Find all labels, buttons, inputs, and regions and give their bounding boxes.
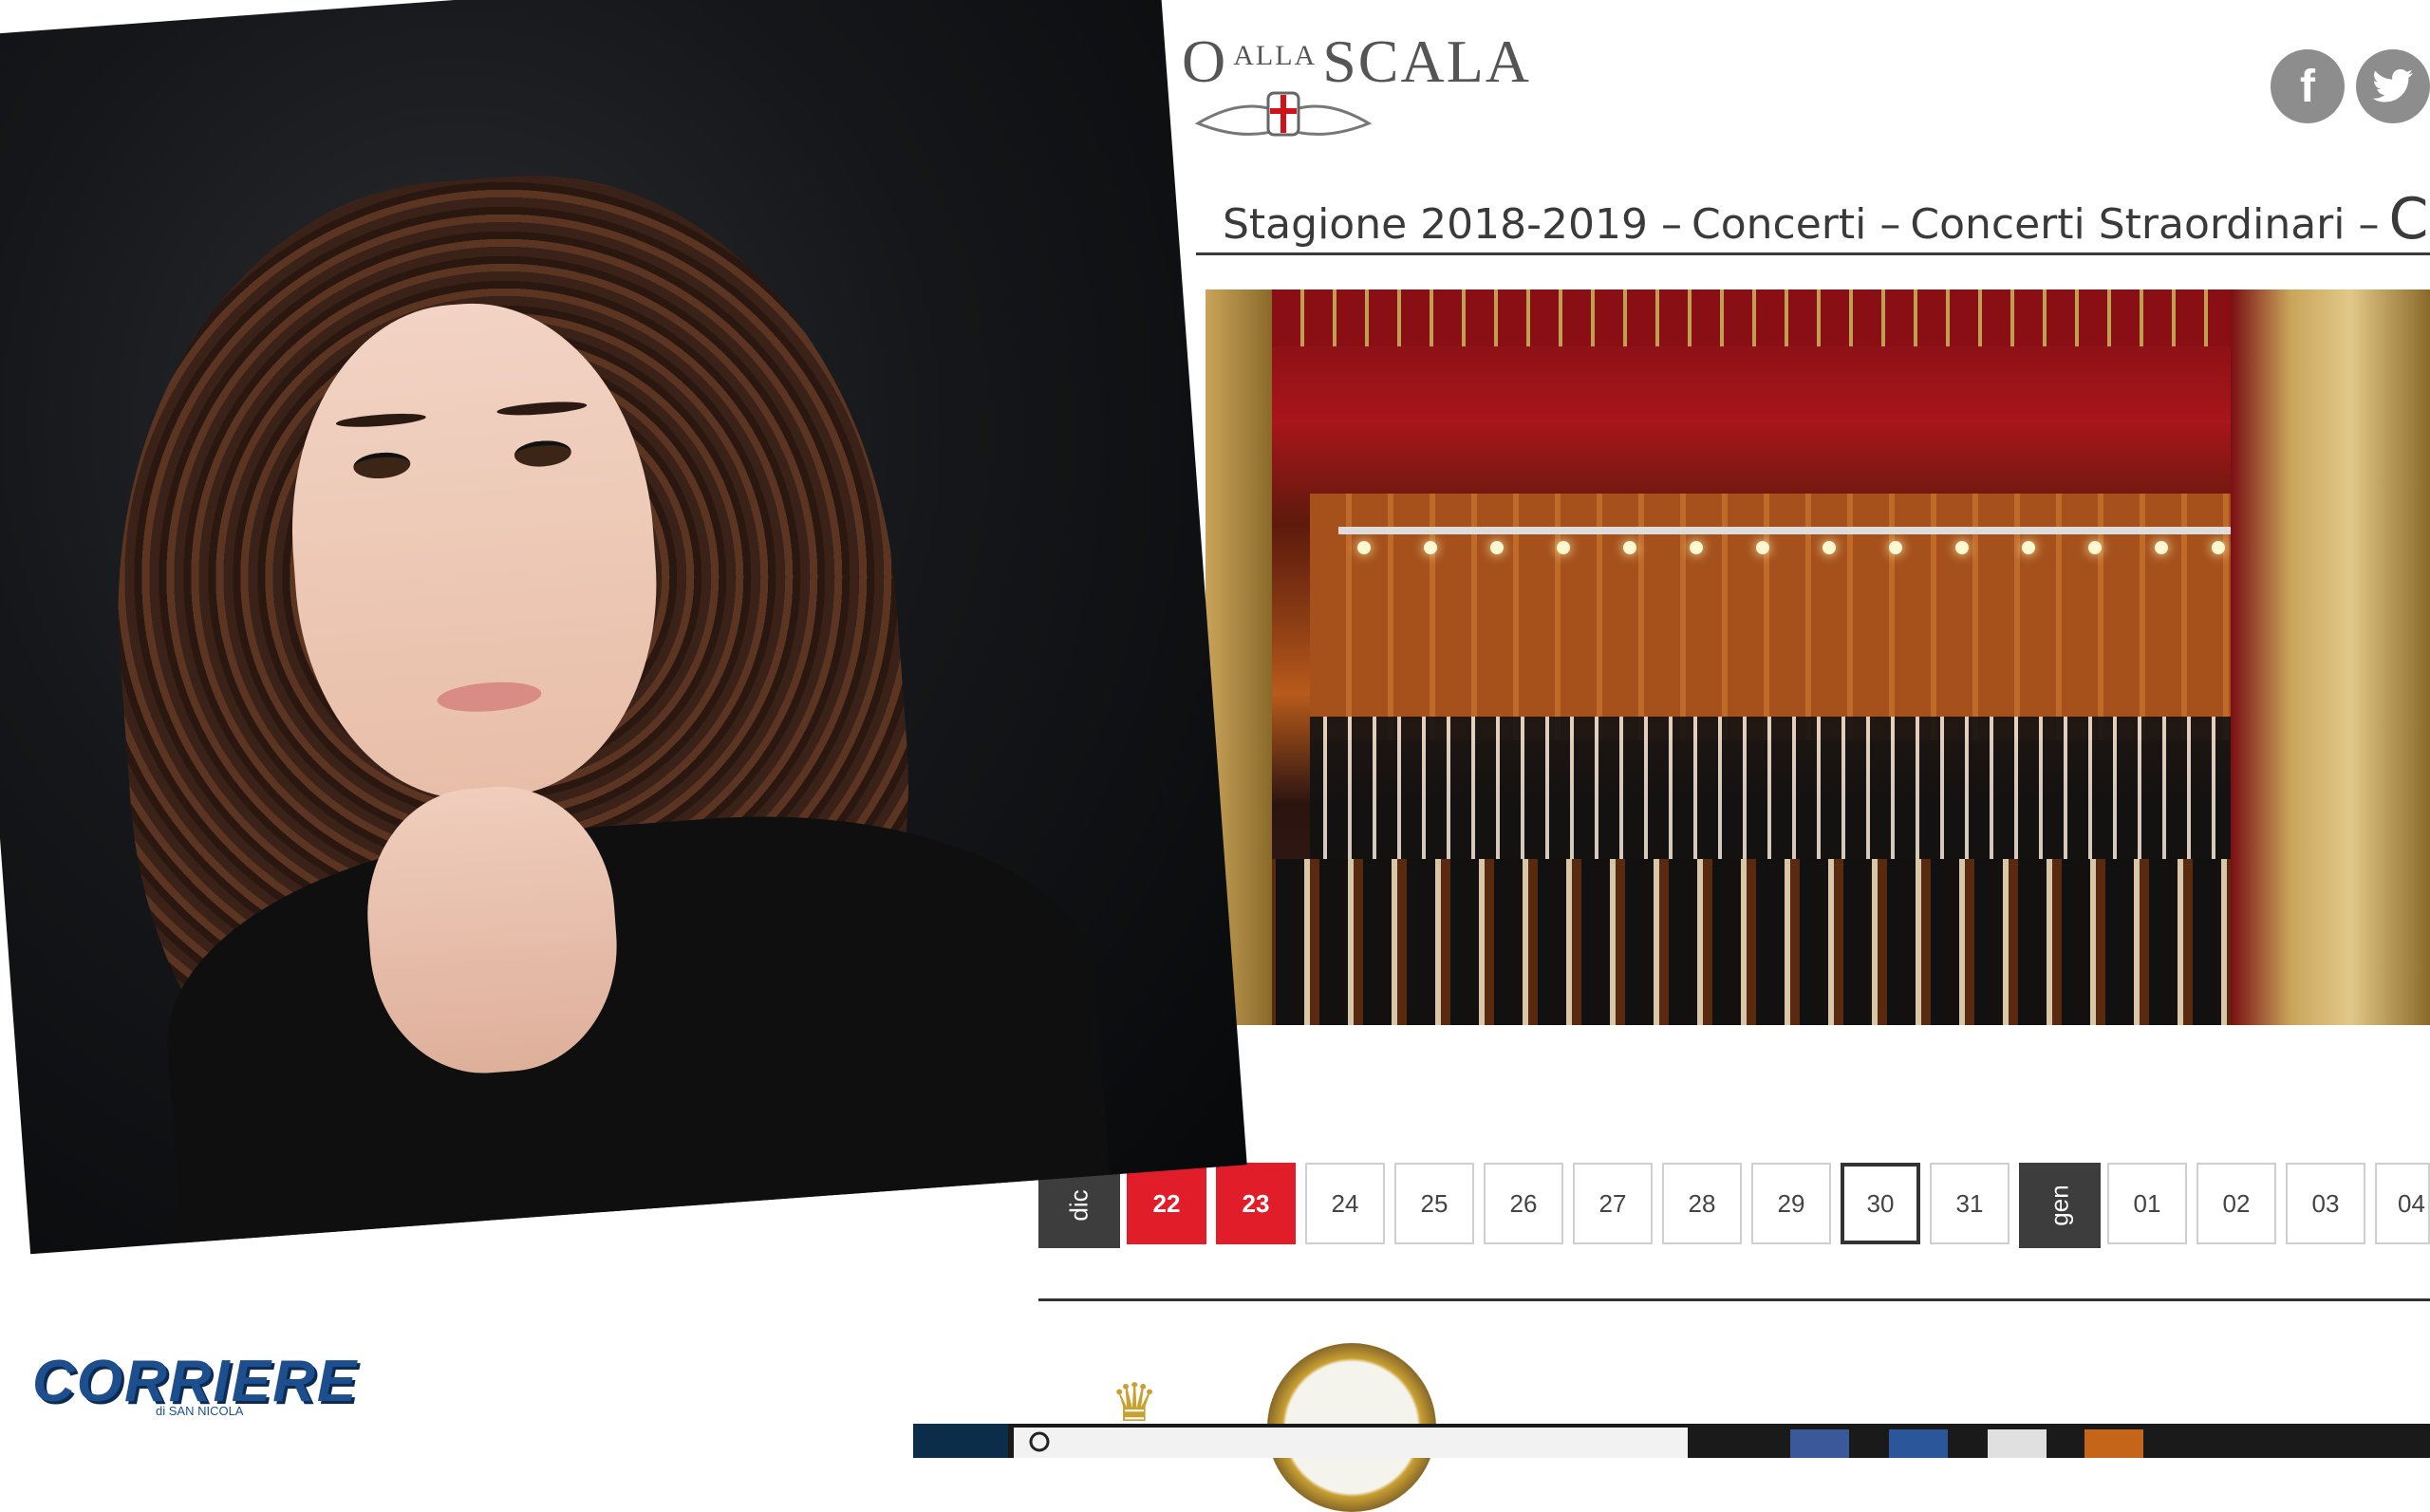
choir — [1310, 717, 2259, 859]
breadcrumb-divider — [1196, 252, 2430, 255]
facebook-icon[interactable]: f — [2271, 49, 2345, 123]
date-23[interactable]: 23 — [1216, 1163, 1296, 1244]
stage-light — [2155, 541, 2168, 554]
stage-light — [1690, 541, 1703, 554]
breadcrumb-item-truncated[interactable]: C — [2389, 186, 2429, 252]
stage-light — [1424, 541, 1437, 554]
breadcrumb: Stagione 2018-2019– Concerti – Concerti Str… — [1223, 186, 2430, 252]
month-text: gen — [2045, 1185, 2074, 1226]
taskbar-facebook-icon[interactable] — [1790, 1429, 1849, 1458]
breadcrumb-sep: – — [2358, 200, 2380, 249]
date-01[interactable]: 01 — [2107, 1163, 2187, 1244]
lighting-truss — [1338, 527, 2250, 534]
stage-light — [1357, 541, 1371, 554]
taskbar-mail-icon[interactable] — [1988, 1429, 2047, 1458]
portrait-photo-frame — [0, 0, 1356, 1259]
stage-light — [1623, 541, 1636, 554]
twitter-bird-icon — [2372, 69, 2413, 103]
date-03[interactable]: 03 — [2286, 1163, 2365, 1244]
taskbar-photoshop-icon[interactable] — [2084, 1429, 2143, 1458]
taskbar-word-icon[interactable] — [1889, 1429, 1948, 1458]
stage-light — [2212, 541, 2225, 554]
twitter-icon[interactable]: t — [2356, 49, 2430, 123]
date-28[interactable]: 28 — [1662, 1163, 1742, 1244]
date-24[interactable]: 24 — [1305, 1163, 1385, 1244]
date-27[interactable]: 27 — [1573, 1163, 1653, 1244]
singer-portrait-photo — [0, 0, 1247, 1255]
calendar-divider — [1038, 1298, 2430, 1301]
stage-light — [1756, 541, 1769, 554]
date-30[interactable]: 30 — [1841, 1163, 1920, 1244]
stage-light — [2022, 541, 2035, 554]
date-31[interactable]: 31 — [1930, 1163, 2009, 1244]
month-text: dic — [1064, 1189, 1094, 1222]
breadcrumb-sep: – — [1661, 200, 1682, 249]
breadcrumb-sep: – — [1879, 200, 1901, 249]
breadcrumb-item-concerti[interactable]: Concerti — [1692, 200, 1866, 249]
date-25[interactable]: 25 — [1394, 1163, 1474, 1244]
watermark-logo: CORRIERE di SAN NICOLA — [32, 1349, 359, 1419]
facebook-glyph: f — [2300, 61, 2315, 112]
stage-light — [1822, 541, 1836, 554]
search-icon — [1029, 1431, 1050, 1452]
breadcrumb-item-straordinari[interactable]: Concerti Straordinari — [1910, 200, 2345, 249]
stage-valance — [1272, 289, 2231, 346]
stage-light — [1490, 541, 1504, 554]
date-02[interactable]: 02 — [2196, 1163, 2276, 1244]
theatre-boxes-right — [2231, 289, 2430, 1025]
concert-hall-photo — [1206, 289, 2430, 1025]
stage-light — [1557, 541, 1570, 554]
windows-start-icon[interactable] — [913, 1424, 1008, 1458]
month-label-gen: gen — [2019, 1163, 2101, 1248]
date-04[interactable]: 04 — [2375, 1163, 2430, 1244]
stage-light — [1889, 541, 1902, 554]
taskbar-search-input[interactable] — [1014, 1428, 1688, 1458]
date-29[interactable]: 29 — [1751, 1163, 1831, 1244]
date-26[interactable]: 26 — [1484, 1163, 1563, 1244]
watermark-brand: CORRIERE — [32, 1349, 359, 1414]
stage-light — [1955, 541, 1969, 554]
stage-light — [2088, 541, 2102, 554]
